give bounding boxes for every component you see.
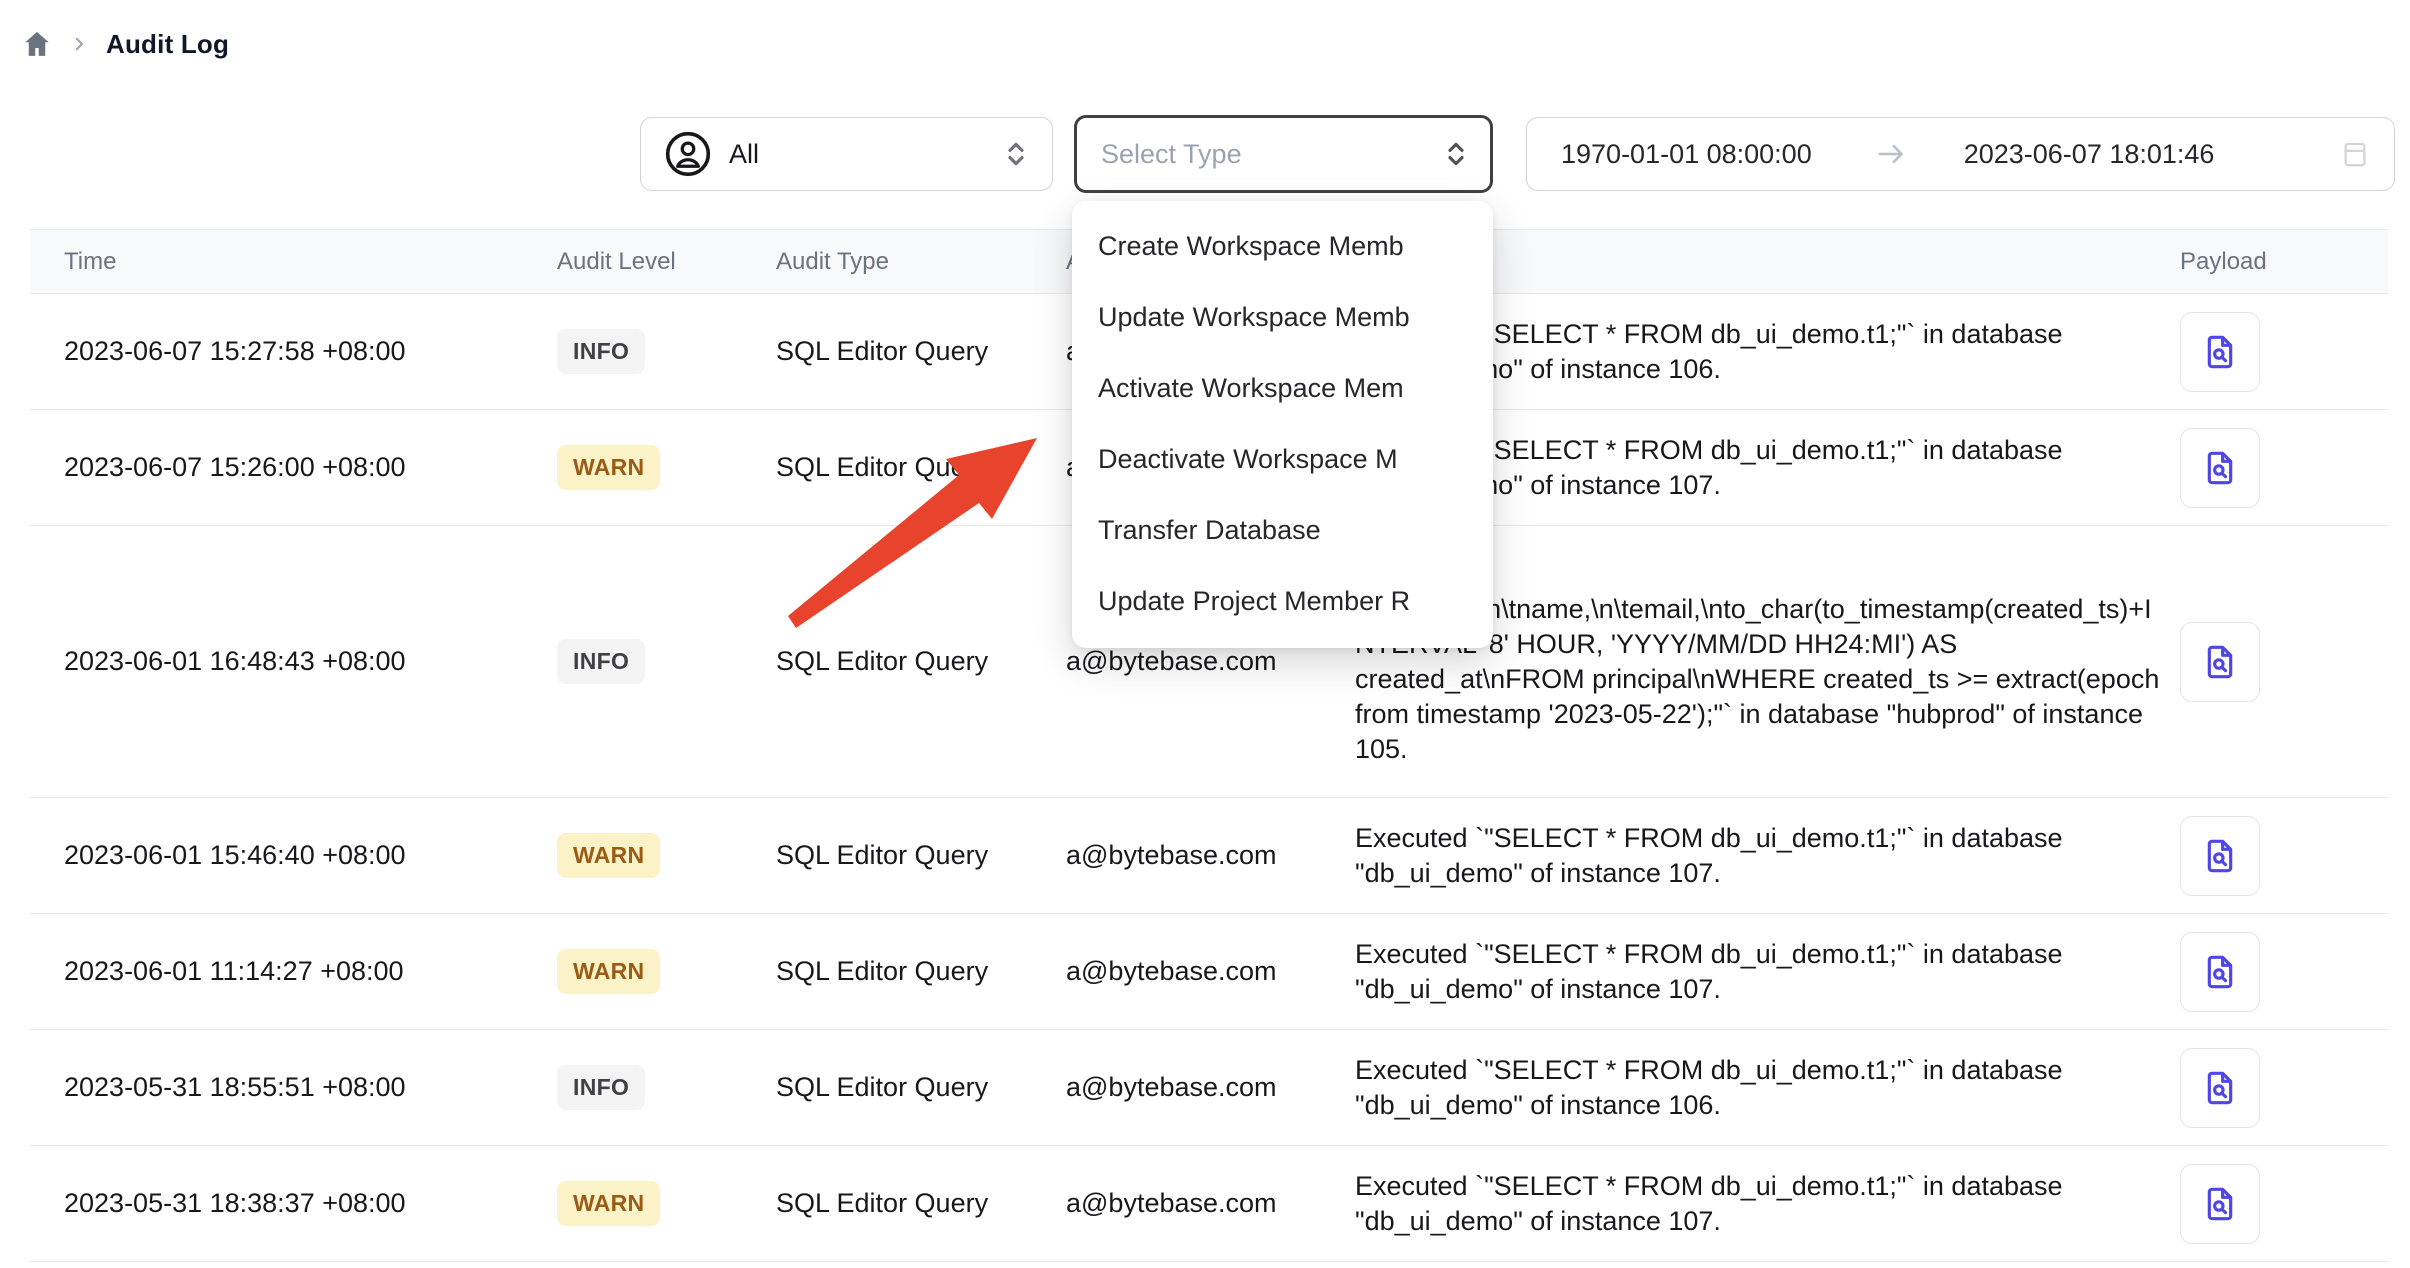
row-level: INFO (557, 639, 776, 684)
col-payload: Payload (2176, 248, 2388, 276)
row-time: 2023-05-31 18:55:51 +08:00 (30, 1072, 557, 1103)
row-comment: Executed `"SELECT * FROM db_ui_demo.t1;"… (1355, 821, 2176, 891)
file-search-icon (2200, 1068, 2240, 1108)
dropdown-item-activate-workspace-member[interactable]: Activate Workspace Mem (1072, 353, 1493, 424)
table-row: 2023-05-31 18:55:51 +08:00 INFO SQL Edit… (30, 1030, 2388, 1146)
dropdown-item-update-workspace-member[interactable]: Update Workspace Memb (1072, 282, 1493, 353)
row-time: 2023-05-31 18:38:37 +08:00 (30, 1188, 557, 1219)
type-filter-select[interactable]: Select Type (1074, 115, 1493, 193)
file-search-icon (2200, 952, 2240, 992)
row-comment: Executed `"SELECT * FROM db_ui_demo.t1;"… (1355, 1169, 2176, 1239)
row-payload (2176, 428, 2388, 508)
calendar-icon[interactable] (2340, 138, 2370, 170)
col-time: Time (30, 248, 557, 276)
file-search-icon (2200, 1184, 2240, 1224)
actor-filter-value: All (729, 139, 759, 170)
chevrons-up-down-icon (1000, 138, 1032, 170)
col-audit-type: Audit Type (776, 248, 1066, 276)
audit-level-badge: INFO (557, 329, 645, 374)
payload-view-button[interactable] (2180, 428, 2260, 508)
payload-view-button[interactable] (2180, 1164, 2260, 1244)
audit-log-page: Audit Log All Select Type 1970-01-01 08:… (0, 0, 2410, 1268)
row-audit-type: SQL Editor Query (776, 956, 1066, 987)
row-time: 2023-06-07 15:26:00 +08:00 (30, 452, 557, 483)
row-audit-type: SQL Editor Query (776, 336, 1066, 367)
dropdown-item-deactivate-workspace-member[interactable]: Deactivate Workspace M (1072, 424, 1493, 495)
payload-view-button[interactable] (2180, 816, 2260, 896)
row-actor: a@bytebase.com (1066, 1072, 1355, 1103)
row-payload (2176, 932, 2388, 1012)
arrow-right-icon (1874, 137, 1908, 171)
row-audit-type: SQL Editor Query (776, 1188, 1066, 1219)
row-audit-type: SQL Editor Query (776, 452, 1066, 483)
row-level: WARN (557, 1181, 776, 1226)
dropdown-item-update-project-member-role[interactable]: Update Project Member R (1072, 566, 1493, 637)
audit-level-badge: WARN (557, 445, 660, 490)
chevron-right-icon (70, 35, 88, 53)
row-level: WARN (557, 949, 776, 994)
file-search-icon (2200, 642, 2240, 682)
row-audit-type: SQL Editor Query (776, 1072, 1066, 1103)
actor-filter-select[interactable]: All (640, 117, 1053, 191)
table-row: 2023-05-31 18:38:37 +08:00 WARN SQL Edit… (30, 1146, 2388, 1262)
row-payload (2176, 816, 2388, 896)
payload-view-button[interactable] (2180, 1048, 2260, 1128)
page-title: Audit Log (106, 29, 229, 60)
row-level: INFO (557, 329, 776, 374)
row-comment: Executed `"SELECT * FROM db_ui_demo.t1;"… (1355, 1053, 2176, 1123)
file-search-icon (2200, 836, 2240, 876)
row-comment: Executed `"SELECT * FROM db_ui_demo.t1;"… (1355, 937, 2176, 1007)
row-level: WARN (557, 445, 776, 490)
row-level: INFO (557, 1065, 776, 1110)
payload-view-button[interactable] (2180, 312, 2260, 392)
row-time: 2023-06-01 15:46:40 +08:00 (30, 840, 557, 871)
file-search-icon (2200, 448, 2240, 488)
table-row: 2023-06-01 15:46:40 +08:00 WARN SQL Edit… (30, 798, 2388, 914)
dropdown-item-create-workspace-member[interactable]: Create Workspace Memb (1072, 211, 1493, 282)
person-circle-icon (665, 131, 711, 177)
type-select-dropdown: Create Workspace Memb Update Workspace M… (1072, 201, 1493, 648)
file-search-icon (2200, 332, 2240, 372)
audit-level-badge: WARN (557, 833, 660, 878)
audit-level-badge: WARN (557, 1181, 660, 1226)
home-icon[interactable] (22, 29, 52, 59)
row-actor: a@bytebase.com (1066, 956, 1355, 987)
payload-view-button[interactable] (2180, 622, 2260, 702)
type-filter-placeholder: Select Type (1101, 139, 1242, 170)
row-payload (2176, 312, 2388, 392)
audit-level-badge: INFO (557, 639, 645, 684)
row-level: WARN (557, 833, 776, 878)
row-time: 2023-06-01 16:48:43 +08:00 (30, 646, 557, 677)
payload-view-button[interactable] (2180, 932, 2260, 1012)
audit-level-badge: INFO (557, 1065, 645, 1110)
audit-level-badge: WARN (557, 949, 660, 994)
date-range-picker[interactable]: 1970-01-01 08:00:00 2023-06-07 18:01:46 (1526, 117, 2395, 191)
table-row: 2023-06-01 11:14:27 +08:00 WARN SQL Edit… (30, 914, 2388, 1030)
row-actor: a@bytebase.com (1066, 840, 1355, 871)
date-range-start[interactable]: 1970-01-01 08:00:00 (1561, 139, 1812, 170)
col-audit-level: Audit Level (557, 248, 776, 276)
row-actor: a@bytebase.com (1066, 1188, 1355, 1219)
dropdown-item-transfer-database[interactable]: Transfer Database (1072, 495, 1493, 566)
row-audit-type: SQL Editor Query (776, 646, 1066, 677)
row-payload (2176, 622, 2388, 702)
row-payload (2176, 1048, 2388, 1128)
row-actor: a@bytebase.com (1066, 646, 1355, 677)
breadcrumb: Audit Log (22, 24, 229, 64)
chevrons-up-down-icon (1440, 138, 1472, 170)
row-time: 2023-06-01 11:14:27 +08:00 (30, 956, 557, 987)
date-range-end[interactable]: 2023-06-07 18:01:46 (1964, 139, 2215, 170)
row-audit-type: SQL Editor Query (776, 840, 1066, 871)
row-time: 2023-06-07 15:27:58 +08:00 (30, 336, 557, 367)
row-payload (2176, 1164, 2388, 1244)
